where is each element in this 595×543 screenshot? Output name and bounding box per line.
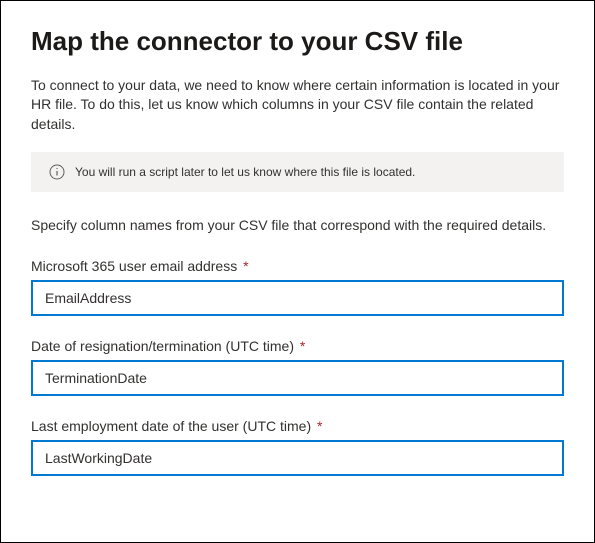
termination-column-input[interactable] bbox=[31, 360, 564, 396]
field-label-text: Date of resignation/termination (UTC tim… bbox=[31, 338, 294, 354]
required-asterisk: * bbox=[317, 418, 322, 434]
required-asterisk: * bbox=[300, 338, 305, 354]
info-icon bbox=[49, 164, 65, 180]
field-label-text: Last employment date of the user (UTC ti… bbox=[31, 418, 311, 434]
page-title: Map the connector to your CSV file bbox=[31, 25, 564, 58]
field-group-lastworking: Last employment date of the user (UTC ti… bbox=[31, 418, 564, 476]
field-group-termination: Date of resignation/termination (UTC tim… bbox=[31, 338, 564, 396]
specify-paragraph: Specify column names from your CSV file … bbox=[31, 216, 564, 236]
field-label-lastworking: Last employment date of the user (UTC ti… bbox=[31, 418, 564, 434]
info-banner-text: You will run a script later to let us kn… bbox=[75, 165, 415, 179]
email-column-input[interactable] bbox=[31, 280, 564, 316]
field-label-email: Microsoft 365 user email address * bbox=[31, 258, 564, 274]
field-group-email: Microsoft 365 user email address * bbox=[31, 258, 564, 316]
intro-paragraph: To connect to your data, we need to know… bbox=[31, 76, 564, 135]
field-label-text: Microsoft 365 user email address bbox=[31, 258, 237, 274]
field-label-termination: Date of resignation/termination (UTC tim… bbox=[31, 338, 564, 354]
info-banner: You will run a script later to let us kn… bbox=[31, 152, 564, 192]
lastworking-column-input[interactable] bbox=[31, 440, 564, 476]
required-asterisk: * bbox=[243, 258, 248, 274]
